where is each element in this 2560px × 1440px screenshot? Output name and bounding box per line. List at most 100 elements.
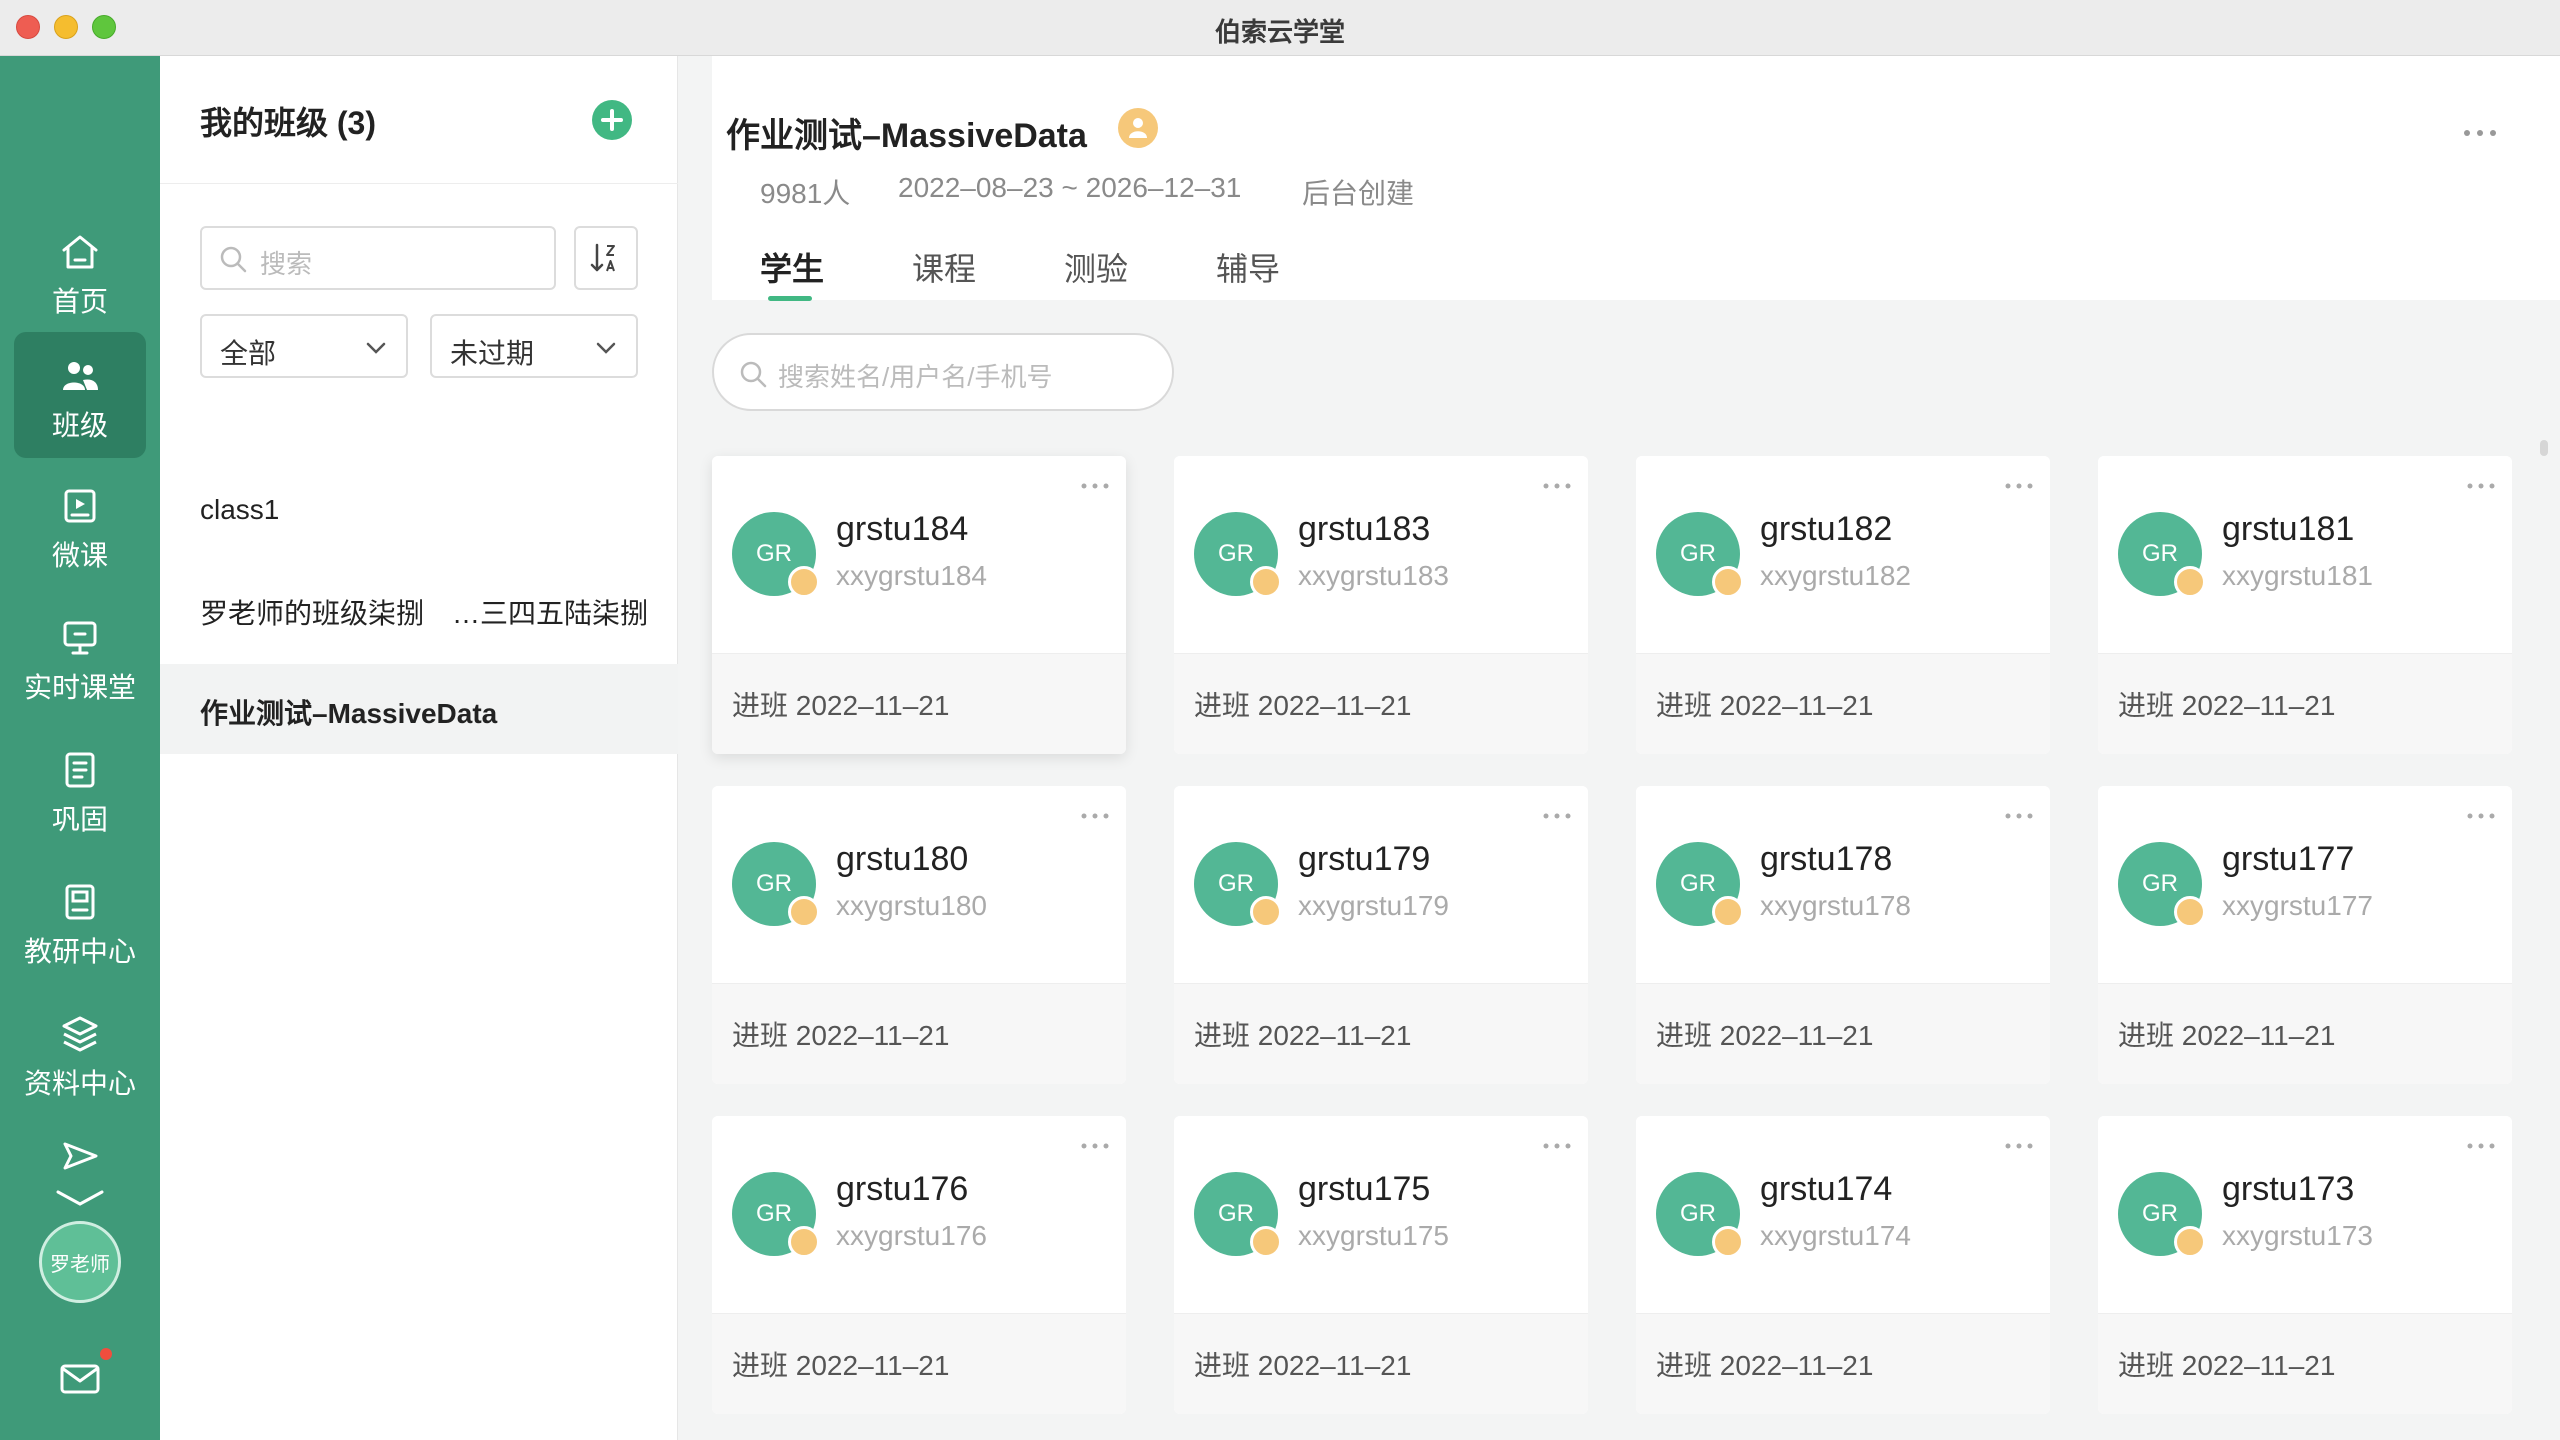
student-card[interactable]: GR grstu173 xxygrstu173 进班 2022–11–21 (2098, 1116, 2512, 1414)
student-search-placeholder: 搜索姓名/用户名/手机号 (778, 362, 1053, 392)
search-icon (220, 246, 247, 273)
class-list-item[interactable]: 罗老师的班级柒捌 …三四五陆柒捌 (160, 564, 678, 654)
title-bar: 伯索云学堂 (0, 0, 2560, 56)
live-class-icon (63, 621, 97, 655)
status-select[interactable]: 未过期 (430, 314, 638, 378)
student-name: grstu174 (1760, 1170, 1893, 1208)
student-username: xxygrstu176 (836, 1220, 987, 1251)
student-username: xxygrstu184 (836, 560, 987, 591)
student-card[interactable]: GR grstu178 xxygrstu178 进班 2022–11–21 (1636, 786, 2050, 1084)
student-card[interactable]: GR grstu177 xxygrstu177 进班 2022–11–21 (2098, 786, 2512, 1084)
user-avatar[interactable]: 罗老师 (39, 1221, 121, 1303)
student-join-date: 进班 2022–11–21 (1194, 690, 1412, 721)
student-join-date: 进班 2022–11–21 (732, 1350, 950, 1381)
card-more-icon[interactable] (2466, 812, 2496, 820)
class-name: 罗老师的班级柒捌 …三四五陆柒捌 (200, 598, 649, 629)
student-name: grstu175 (1298, 1170, 1431, 1208)
student-join-date: 进班 2022–11–21 (1194, 1350, 1412, 1381)
book-icon (65, 884, 95, 920)
student-name: grstu181 (2222, 510, 2355, 548)
student-card-body: GR grstu183 xxygrstu183 (1174, 456, 1588, 654)
class-list-item-selected[interactable]: 作业测试–MassiveData (160, 664, 678, 754)
window-title: 伯索云学堂 (1214, 17, 1345, 47)
student-card[interactable]: GR grstu176 xxygrstu176 进班 2022–11–21 (712, 1116, 1126, 1414)
nav-label-research-center: 教研中心 (23, 936, 136, 967)
notebook-icon (65, 752, 95, 788)
tab-students[interactable]: 学生 (760, 244, 824, 290)
video-lesson-icon (64, 489, 96, 523)
scope-select-value: 全部 (220, 338, 277, 369)
student-join-date: 进班 2022–11–21 (2118, 1350, 2336, 1381)
more-options-icon[interactable] (2462, 128, 2498, 138)
card-more-icon[interactable] (1080, 1142, 1110, 1150)
nav-item-classes[interactable]: 班级 (14, 332, 146, 458)
class-title: 作业测试–MassiveData (726, 117, 1087, 155)
student-username: xxygrstu177 (2222, 890, 2373, 921)
student-username: xxygrstu173 (2222, 1220, 2373, 1251)
nav-item-consolidate[interactable]: 巩固 (14, 726, 146, 852)
student-count: 9981人 (760, 178, 851, 209)
student-search-input[interactable]: 搜索姓名/用户名/手机号 (712, 333, 1174, 411)
student-name: grstu182 (1760, 510, 1893, 548)
search-icon (740, 361, 767, 388)
card-more-icon[interactable] (1080, 482, 1110, 490)
card-more-icon[interactable] (1080, 812, 1110, 820)
student-username: xxygrstu180 (836, 890, 987, 921)
student-username: xxygrstu175 (1298, 1220, 1449, 1251)
scope-select[interactable]: 全部 (200, 314, 408, 378)
student-name: grstu173 (2222, 1170, 2355, 1208)
tab-courses[interactable]: 课程 (912, 244, 976, 290)
nav-item-research-center[interactable]: 教研中心 (14, 858, 146, 984)
student-card[interactable]: GR grstu180 xxygrstu180 进班 2022–11–21 (712, 786, 1126, 1084)
nav-item-home[interactable]: 首页 (14, 208, 146, 334)
sort-icon (590, 243, 615, 272)
student-card[interactable]: GR grstu175 xxygrstu175 进班 2022–11–21 (1174, 1116, 1588, 1414)
student-name: grstu184 (836, 510, 969, 548)
student-name: grstu177 (2222, 840, 2355, 878)
nav-more-button[interactable] (14, 1136, 146, 1216)
card-more-icon[interactable] (1542, 482, 1572, 490)
student-name: grstu176 (836, 1170, 969, 1208)
class-search-placeholder: 搜索 (260, 249, 313, 279)
class-list-item[interactable]: class1 (160, 466, 678, 556)
student-card-body: GR grstu177 xxygrstu177 (2098, 786, 2512, 984)
card-more-icon[interactable] (1542, 1142, 1572, 1150)
student-card-body: GR grstu184 xxygrstu184 (712, 456, 1126, 654)
student-join-date: 进班 2022–11–21 (732, 1020, 950, 1051)
student-card[interactable]: GR grstu181 xxygrstu181 进班 2022–11–21 (2098, 456, 2512, 754)
card-more-icon[interactable] (2466, 482, 2496, 490)
paper-plane-icon (63, 1142, 98, 1170)
student-card[interactable]: GR grstu179 xxygrstu179 进班 2022–11–21 (1174, 786, 1588, 1084)
sort-button[interactable] (574, 226, 638, 290)
student-card[interactable]: GR grstu182 xxygrstu182 进班 2022–11–21 (1636, 456, 2050, 754)
tab-tests[interactable]: 测验 (1064, 244, 1128, 290)
card-more-icon[interactable] (1542, 812, 1572, 820)
student-card-body: GR grstu174 xxygrstu174 (1636, 1116, 2050, 1314)
scrollbar[interactable] (2540, 440, 2548, 456)
student-name: grstu183 (1298, 510, 1431, 548)
student-join-date: 进班 2022–11–21 (2118, 1020, 2336, 1051)
nav-item-resource-center[interactable]: 资料中心 (14, 990, 146, 1116)
student-join-date: 进班 2022–11–21 (1194, 1020, 1412, 1051)
nav-item-micro-lesson[interactable]: 微课 (14, 462, 146, 588)
student-card[interactable]: GR grstu183 xxygrstu183 进班 2022–11–21 (1174, 456, 1588, 754)
nav-item-live-class[interactable]: 实时课堂 (14, 594, 146, 720)
add-class-button[interactable] (592, 100, 632, 140)
student-join-date: 进班 2022–11–21 (2118, 690, 2336, 721)
card-more-icon[interactable] (2004, 812, 2034, 820)
class-search-input[interactable]: 搜索 (200, 226, 556, 290)
chevron-down-icon (56, 1190, 104, 1206)
card-more-icon[interactable] (2004, 1142, 2034, 1150)
card-more-icon[interactable] (2004, 482, 2034, 490)
student-username: xxygrstu181 (2222, 560, 2373, 591)
student-card[interactable]: GR grstu184 xxygrstu184 进班 2022–11–21 (712, 456, 1126, 754)
student-username: xxygrstu182 (1760, 560, 1911, 591)
student-name: grstu180 (836, 840, 969, 878)
card-more-icon[interactable] (2466, 1142, 2496, 1150)
chevron-down-icon (366, 342, 386, 354)
student-card[interactable]: GR grstu174 xxygrstu174 进班 2022–11–21 (1636, 1116, 2050, 1414)
student-username: xxygrstu183 (1298, 560, 1449, 591)
student-role-badge-icon (788, 1226, 820, 1258)
student-card-body: GR grstu175 xxygrstu175 (1174, 1116, 1588, 1314)
tab-tutoring[interactable]: 辅导 (1216, 244, 1280, 290)
